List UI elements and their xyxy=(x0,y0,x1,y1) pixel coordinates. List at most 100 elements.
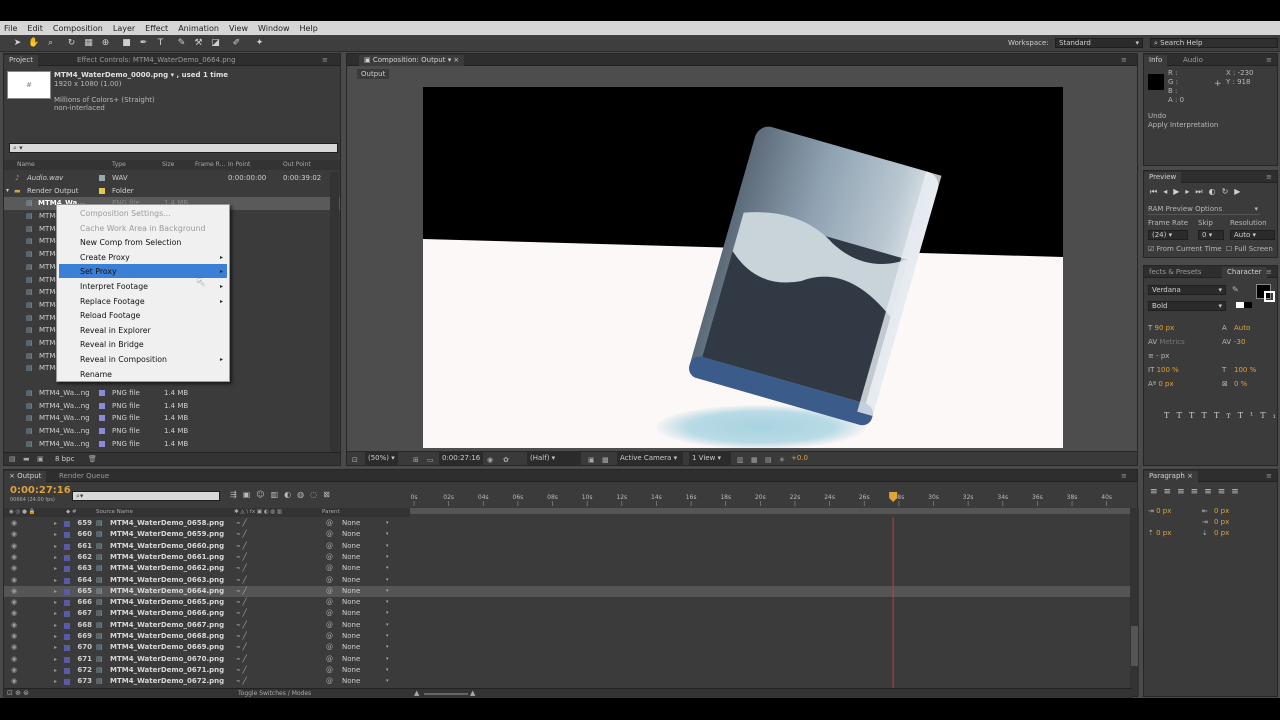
disclosure-triangle-icon[interactable]: ▾ xyxy=(6,185,9,197)
panel-menu-icon[interactable]: ≡ xyxy=(1266,472,1272,480)
faux-bold-button[interactable]: T xyxy=(1164,411,1176,420)
col-framerate[interactable]: Frame R... xyxy=(195,160,225,170)
layer-switch-icons[interactable]: ⌁ ╱ xyxy=(236,552,247,563)
layer-switch-icons[interactable]: ⌁ ╱ xyxy=(236,665,247,676)
tab-character[interactable]: Character xyxy=(1222,267,1267,278)
vertical-scale-value[interactable]: 100 % xyxy=(1157,366,1179,374)
space-after-value[interactable]: 0 px xyxy=(1214,528,1229,539)
brainstorm-icon[interactable]: ◍ xyxy=(297,490,310,499)
pickwhip-icon[interactable]: @ xyxy=(326,552,333,563)
layer-switch-icons[interactable]: ⌁ ╱ xyxy=(236,642,247,653)
zoom-tool-icon[interactable]: ⌕ xyxy=(45,38,56,49)
context-item-rename[interactable]: Rename xyxy=(80,370,112,379)
disclosure-triangle-icon[interactable]: ▸ xyxy=(54,575,57,586)
mute-icon[interactable]: ◐ xyxy=(1209,187,1222,196)
always-preview-icon[interactable]: ⊡ xyxy=(352,454,358,467)
transparency-grid-icon[interactable]: ▩ xyxy=(602,454,609,467)
disclosure-triangle-icon[interactable]: ▸ xyxy=(54,541,57,552)
parent-select[interactable]: None xyxy=(342,620,360,631)
black-swatch[interactable] xyxy=(1244,302,1252,308)
parent-select[interactable]: None xyxy=(342,597,360,608)
new-comp-icon[interactable]: ▣ xyxy=(37,455,44,463)
context-item-create-proxy[interactable]: Create Proxy xyxy=(80,253,130,262)
work-area-bar[interactable] xyxy=(410,508,1130,514)
toggle-switches-modes-button[interactable]: Toggle Switches / Modes xyxy=(238,689,311,698)
ram-preview-icon[interactable]: ▶ xyxy=(1234,187,1246,196)
parent-select[interactable]: None xyxy=(342,676,360,687)
menu-animation[interactable]: Animation xyxy=(178,24,219,33)
layer-name[interactable]: MTM4_WaterDemo_0667.png xyxy=(110,620,224,631)
layer-switch-icons[interactable]: ⌁ ╱ xyxy=(236,529,247,540)
graph-editor-icon[interactable]: ⊠ xyxy=(323,490,336,499)
eraser-tool-icon[interactable]: ◪ xyxy=(210,38,221,49)
label-swatch[interactable] xyxy=(64,532,70,539)
label-swatch[interactable] xyxy=(64,521,70,527)
justify-left-icon[interactable]: ≡ xyxy=(1191,487,1205,497)
menu-view[interactable]: View xyxy=(229,24,248,33)
rotate-tool-icon[interactable]: ↻ xyxy=(66,38,77,49)
project-row-folder[interactable]: ▾ ▬ Render Output Folder xyxy=(4,185,340,198)
shy-layers-icon[interactable]: ☺ xyxy=(256,490,270,499)
timeline-scrollbar[interactable] xyxy=(1130,508,1139,696)
toggle-pixel-aspect-icon[interactable]: ▥ xyxy=(737,454,744,467)
comp-timecode[interactable]: 0:00:27:16 xyxy=(439,452,484,465)
project-row-audio[interactable]: ♪ Audio.wav WAV 0:00:00:00 0:00:39:02 xyxy=(4,172,340,185)
tab-composition-output[interactable]: ▣ Composition: Output ▾ × xyxy=(359,55,465,66)
layer-name[interactable]: MTM4_WaterDemo_0658.png xyxy=(110,518,224,529)
camera-select[interactable]: Active Camera ▾ xyxy=(617,452,683,465)
font-size-value[interactable]: 90 px xyxy=(1155,324,1175,332)
search-help-input[interactable]: ⌕ Search Help xyxy=(1150,38,1278,48)
next-frame-icon[interactable]: ▸ xyxy=(1185,187,1195,196)
eye-icon[interactable]: ◉ xyxy=(11,575,17,586)
frame-rate-select[interactable]: (24) ▾ xyxy=(1148,230,1188,240)
frame-blending-icon[interactable]: ▥ xyxy=(271,490,285,499)
parent-select[interactable]: None xyxy=(342,563,360,574)
eye-icon[interactable]: ◉ xyxy=(11,676,17,687)
tab-render-queue[interactable]: Render Queue xyxy=(54,471,114,482)
pickwhip-icon[interactable]: @ xyxy=(326,597,333,608)
project-search-input[interactable]: ⌕ ▾ xyxy=(9,143,338,153)
timeline-icon[interactable]: ▤ xyxy=(765,454,772,467)
panel-menu-icon[interactable]: ≡ xyxy=(1266,268,1272,276)
col-type[interactable]: Type xyxy=(112,160,126,170)
eye-icon[interactable]: ◉ xyxy=(11,665,17,676)
resolution-select[interactable]: (Half) ▾ xyxy=(527,452,581,465)
parent-select[interactable]: None xyxy=(342,642,360,653)
layer-name[interactable]: MTM4_WaterDemo_0660.png xyxy=(110,541,224,552)
disclosure-triangle-icon[interactable]: ▸ xyxy=(54,676,57,687)
all-caps-button[interactable]: TT xyxy=(1189,411,1214,420)
parent-select[interactable]: None xyxy=(342,575,360,586)
layer-switch-icons[interactable]: ⌁ ╱ xyxy=(236,676,247,687)
layer-switch-icons[interactable]: ⌁ ╱ xyxy=(236,620,247,631)
menu-edit[interactable]: Edit xyxy=(27,24,43,33)
draft-3d-icon[interactable]: ▣ xyxy=(243,490,257,499)
selection-tool-icon[interactable]: ➤ xyxy=(12,38,23,49)
eyedropper-icon[interactable]: ✎ xyxy=(1232,285,1239,294)
layer-name[interactable]: MTM4_WaterDemo_0666.png xyxy=(110,608,224,619)
label-swatch[interactable] xyxy=(64,554,70,561)
menu-file[interactable]: File xyxy=(4,24,17,33)
layer-switch-icons[interactable]: ⌁ ╱ xyxy=(236,654,247,665)
panel-menu-icon[interactable]: ≡ xyxy=(1266,56,1272,64)
label-swatch[interactable] xyxy=(64,645,70,652)
disclosure-triangle-icon[interactable]: ▸ xyxy=(54,563,57,574)
horizontal-scale-value[interactable]: 100 % xyxy=(1234,363,1256,377)
track-area[interactable] xyxy=(410,518,1130,696)
parent-select[interactable]: None xyxy=(342,608,360,619)
label-swatch[interactable] xyxy=(64,611,70,618)
layer-name[interactable]: MTM4_WaterDemo_0672.png xyxy=(110,676,224,687)
indent-right-value[interactable]: 0 px xyxy=(1214,506,1229,517)
label-swatch[interactable] xyxy=(64,600,70,607)
parent-select[interactable]: None xyxy=(342,586,360,597)
disclosure-triangle-icon[interactable]: ▸ xyxy=(54,642,57,653)
justify-center-icon[interactable]: ≡ xyxy=(1204,487,1218,497)
leading-value[interactable]: Auto xyxy=(1234,321,1250,335)
interpret-footage-icon[interactable]: ▤ xyxy=(9,455,16,463)
menu-window[interactable]: Window xyxy=(258,24,290,33)
baseline-shift-value[interactable]: 0 px xyxy=(1158,380,1173,388)
disclosure-triangle-icon[interactable]: ▸ xyxy=(54,608,57,619)
panel-menu-icon[interactable]: ≡ xyxy=(322,56,328,64)
layer-name[interactable]: MTM4_WaterDemo_0664.png xyxy=(110,586,224,597)
pickwhip-icon[interactable]: @ xyxy=(326,529,333,540)
layer-name[interactable]: MTM4_WaterDemo_0671.png xyxy=(110,665,224,676)
